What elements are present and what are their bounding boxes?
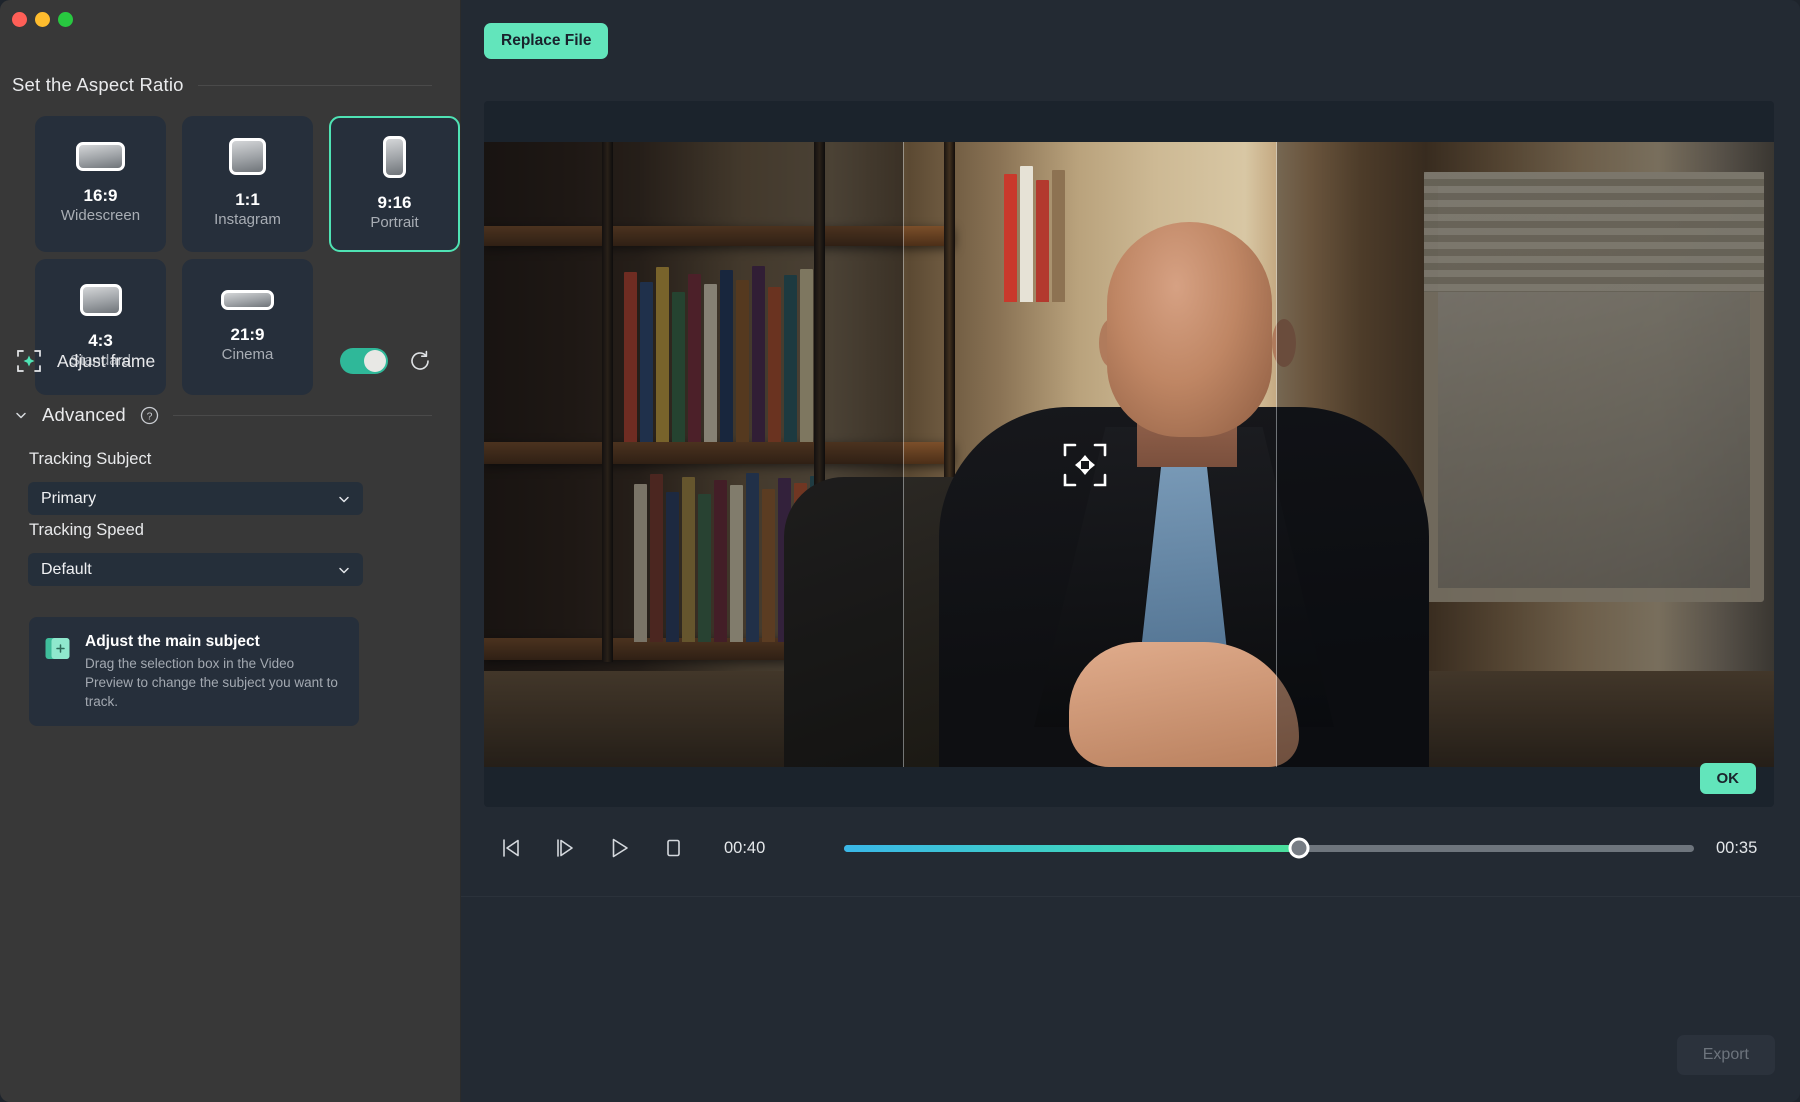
tracking-speed-label: Tracking Speed	[29, 521, 144, 540]
scene-shelf	[484, 226, 954, 246]
video-scene-content	[484, 142, 1774, 767]
export-button[interactable]: Export	[1677, 1035, 1775, 1075]
close-window-button[interactable]	[12, 12, 27, 27]
stop-icon[interactable]	[646, 826, 700, 870]
step-back-icon[interactable]	[484, 826, 538, 870]
video-preview-container: OK	[484, 101, 1774, 807]
tracking-speed-select[interactable]: Default	[28, 553, 363, 586]
thumbnail-9-16-icon	[383, 136, 406, 178]
tracking-subject-label: Tracking Subject	[29, 450, 151, 469]
aspect-ratio-name: Instagram	[214, 210, 281, 230]
move-target-icon[interactable]	[1062, 442, 1108, 488]
thumbnail-1-1-icon	[229, 138, 266, 175]
svg-text:?: ?	[146, 410, 152, 422]
tip-body: Drag the selection box in the Video Prev…	[85, 654, 345, 711]
zoom-window-button[interactable]	[58, 12, 73, 27]
thumbnail-21-9-icon	[221, 290, 274, 310]
video-frame[interactable]	[484, 142, 1774, 767]
tip-title: Adjust the main subject	[85, 633, 345, 651]
chevron-down-icon	[337, 492, 351, 506]
scene-shelf-post	[602, 142, 613, 662]
advanced-section-header[interactable]: Advanced ?	[14, 404, 432, 426]
aspect-ratio-section-header: Set the Aspect Ratio	[12, 74, 432, 96]
chevron-down-icon	[337, 563, 351, 577]
scene-books	[624, 262, 813, 442]
aspect-ratio-option-1-1[interactable]: 1:1 Instagram	[182, 116, 313, 252]
chevron-down-icon[interactable]	[14, 408, 28, 422]
aspect-ratio-name: Widescreen	[61, 206, 140, 226]
aspect-ratio-value: 9:16	[377, 192, 411, 213]
aspect-ratio-value: 16:9	[83, 185, 117, 206]
progress-handle[interactable]	[1288, 838, 1309, 859]
question-circle-icon[interactable]: ?	[140, 406, 159, 425]
total-time-label: 00:35	[1716, 839, 1780, 858]
advanced-section-title: Advanced	[42, 404, 126, 426]
auto-reframe-window: Set the Aspect Ratio 16:9 Widescreen 1:1…	[0, 0, 1800, 1102]
step-forward-icon[interactable]	[538, 826, 592, 870]
aspect-ratio-name: Portrait	[370, 213, 418, 233]
adjust-frame-row: Adjust frame	[16, 342, 432, 380]
progress-slider[interactable]	[844, 845, 1694, 852]
aspect-ratio-option-9-16[interactable]: 9:16 Portrait	[329, 116, 460, 252]
scene-shelf	[484, 442, 954, 464]
adjust-frame-toggle[interactable]	[340, 348, 388, 374]
auto-reframe-icon	[16, 348, 42, 374]
replace-file-button[interactable]: Replace File	[484, 23, 608, 59]
scene-person	[939, 152, 1429, 767]
window-traffic-lights	[12, 12, 73, 27]
adjust-frame-label: Adjust frame	[57, 351, 155, 372]
aspect-ratio-section-title: Set the Aspect Ratio	[12, 74, 184, 96]
subject-box-icon	[44, 635, 71, 662]
tip-box: Adjust the main subject Drag the selecti…	[29, 617, 359, 726]
reset-icon[interactable]	[408, 349, 432, 373]
tracking-subject-select[interactable]: Primary	[28, 482, 363, 515]
scene-window-blind	[1424, 172, 1764, 292]
thumbnail-4-3-icon	[80, 284, 122, 316]
minimize-window-button[interactable]	[35, 12, 50, 27]
settings-sidebar: Set the Aspect Ratio 16:9 Widescreen 1:1…	[0, 0, 461, 1102]
play-icon[interactable]	[592, 826, 646, 870]
footer-divider	[461, 896, 1800, 897]
toggle-knob	[364, 350, 386, 372]
tracking-speed-value: Default	[41, 561, 92, 579]
preview-panel: Replace File	[461, 0, 1800, 1102]
playback-controls: 00:40 00:35	[484, 825, 1780, 871]
progress-fill	[844, 845, 1299, 852]
tracking-subject-value: Primary	[41, 490, 96, 508]
person-head	[1107, 222, 1272, 437]
thumbnail-16-9-icon	[76, 142, 125, 171]
aspect-ratio-option-16-9[interactable]: 16:9 Widescreen	[35, 116, 166, 252]
section-divider	[198, 85, 432, 86]
aspect-ratio-value: 1:1	[235, 189, 260, 210]
section-divider	[173, 415, 432, 416]
current-time-label: 00:40	[724, 839, 788, 858]
person-ear	[1272, 319, 1296, 367]
ok-button[interactable]: OK	[1700, 763, 1757, 794]
